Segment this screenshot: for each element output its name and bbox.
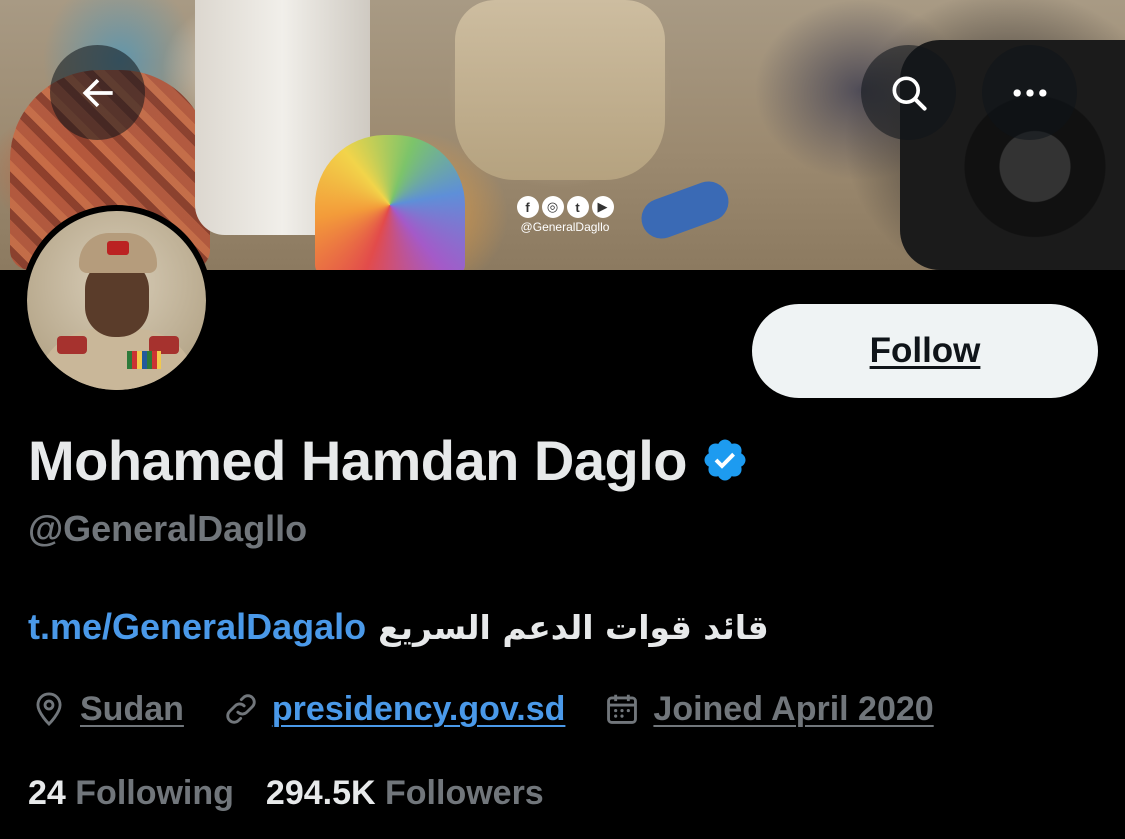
avatar-cap-badge [107,241,129,255]
bio: t.me/GeneralDagalo قائد قوات الدعم السري… [28,606,769,648]
arrow-left-icon [82,78,113,107]
location-item: Sudan [30,690,184,729]
youtube-icon: ▶ [591,196,614,218]
joined-item: Joined April 2020 [603,689,934,729]
banner-figure [455,0,665,180]
follow-button-label: Follow [869,331,981,370]
website-item: presidency.gov.sd [222,690,566,729]
bio-text: قائد قوات الدعم السريع [378,608,769,647]
verified-badge-icon[interactable] [701,436,749,484]
search-button[interactable] [861,45,956,140]
following-count: 24 [28,774,66,812]
link-icon [226,694,256,724]
following-stat[interactable]: 24 Following [28,774,234,813]
joined-date: Joined April 2020 [653,689,934,728]
banner-microphone [635,175,735,245]
followers-stat[interactable]: 294.5K Followers [266,774,544,813]
avatar-collar-tab [57,336,87,354]
avatar-image [27,211,206,390]
profile-name-row: Mohamed Hamdan Daglo [28,425,749,495]
facebook-icon: f [516,196,539,218]
watermark-social-icons: f ◎ t ▶ [490,196,640,218]
following-label: Following [75,774,234,812]
banner-watermark: f ◎ t ▶ @GeneralDagllo [510,196,640,234]
calendar-icon [607,694,638,724]
profile-meta: Sudan presidency.gov.sd Joined April 202… [30,686,972,732]
location-pin-icon [36,692,62,727]
avatar-ribbons [127,351,161,369]
location-text: Sudan [80,689,184,728]
avatar[interactable] [21,205,212,396]
followers-label: Followers [385,774,544,812]
user-handle: @GeneralDagllo [28,508,308,549]
display-name: Mohamed Hamdan Daglo [28,428,687,492]
banner-figure [315,135,465,270]
twitter-icon: t [566,196,589,218]
website-link[interactable]: presidency.gov.sd [272,690,566,729]
follow-stats: 24 Following 294.5K Followers [28,774,544,813]
back-button[interactable] [50,45,145,140]
more-horizontal-icon [1013,88,1046,97]
more-options-button[interactable] [982,45,1077,140]
search-icon [892,76,927,111]
follow-button[interactable]: Follow [752,304,1098,398]
watermark-handle: @GeneralDagllo [520,220,610,234]
bio-telegram-link[interactable]: t.me/GeneralDagalo [28,606,366,648]
followers-count: 294.5K [265,774,376,812]
instagram-icon: ◎ [541,196,564,218]
